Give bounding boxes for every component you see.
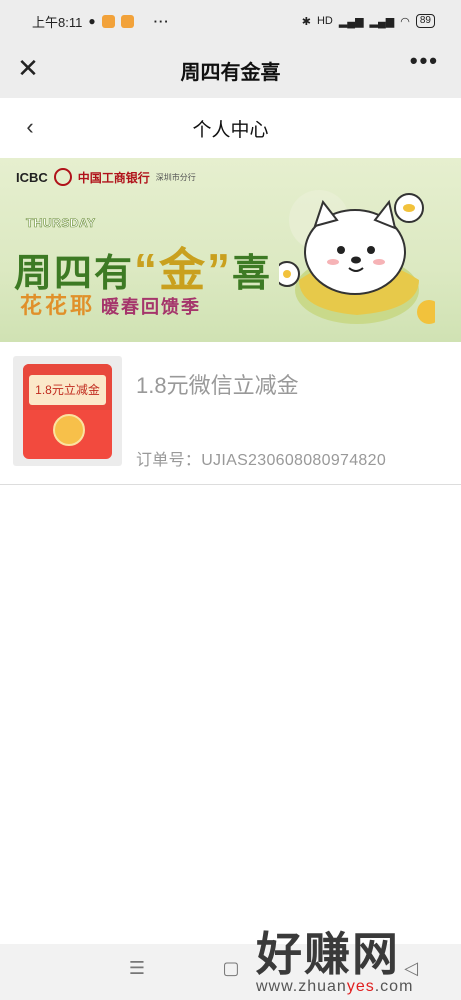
signal-icon: ▂▄▆ — [338, 15, 364, 28]
watermark-big: 好赚网 — [256, 928, 400, 980]
banner-slogan: 花花耶 暖春回馈季 — [20, 288, 201, 320]
qq-icon: ● — [88, 14, 96, 28]
bluetooth-icon: ✱ — [301, 15, 311, 28]
promo-banner[interactable]: ICBC 中国工商银行 深圳市分行 THURSDAY 周四有“金”喜 花花耶 暖春… — [0, 158, 461, 342]
more-notifications: ··· — [153, 13, 170, 29]
bank-logo: ICBC 中国工商银行 深圳市分行 — [16, 168, 196, 186]
icbc-logo-text: ICBC — [16, 169, 48, 185]
slogan-sub: 暖春回馈季 — [101, 297, 202, 317]
app-notification-icon-2 — [120, 14, 134, 28]
watermark-url-b: .com — [374, 978, 414, 995]
status-time: 上午8:11 — [32, 14, 83, 30]
bank-branch: 深圳市分行 — [155, 172, 196, 182]
icbc-seal-icon — [53, 168, 72, 186]
chevron-left-icon[interactable]: ‹ — [20, 114, 40, 140]
app-notification-icon — [101, 14, 115, 28]
watermark-url: www.zhuanyes.com — [256, 978, 413, 996]
status-bar: 上午8:11 ● ··· ✱ HD ▂▄▆ ▂▄▆ ◠ 89 — [0, 0, 461, 42]
more-icon[interactable]: ••• — [410, 48, 439, 74]
dog-mascot-illustration — [279, 190, 435, 324]
close-icon[interactable]: ✕ — [16, 52, 40, 84]
window-title: 周四有金喜 — [180, 61, 281, 84]
wifi-icon: ◠ — [400, 15, 410, 28]
order-number: 订单号：UJIAS230608080974820 — [136, 452, 387, 469]
red-envelope-icon: 1.8元立减金 — [23, 364, 112, 459]
page-header: ‹ 个人中心 — [0, 98, 461, 158]
watermark-url-a: www.zhuan — [256, 978, 347, 995]
title-bar: ✕ 周四有金喜 ••• — [0, 42, 461, 98]
page-title: 个人中心 — [192, 119, 269, 141]
menu-icon[interactable]: ☰ — [122, 958, 152, 979]
coin-icon — [53, 414, 85, 446]
watermark: 好赚网 www.zhuanyes.com — [256, 918, 413, 996]
item-thumbnail: 1.8元立减金 — [13, 356, 122, 466]
battery-level: 89 — [415, 14, 435, 28]
home-icon[interactable]: ▢ — [216, 958, 246, 979]
bank-name: 中国工商银行 — [77, 170, 150, 185]
signal-icon-2: ▂▄▆ — [369, 15, 395, 28]
list-item[interactable]: 1.8元立减金 1.8元微信立减金 订单号：UJIAS2306080809748… — [0, 342, 461, 485]
campaign-part-b: 喜 — [232, 253, 273, 295]
banner-thursday: THURSDAY — [26, 216, 96, 231]
slogan-main: 花花耶 — [20, 293, 96, 318]
envelope-card-text: 1.8元立减金 — [29, 375, 106, 405]
watermark-url-hl: yes — [346, 978, 375, 995]
hd-label: HD — [316, 15, 333, 27]
item-name: 1.8元微信立减金 — [136, 373, 299, 398]
